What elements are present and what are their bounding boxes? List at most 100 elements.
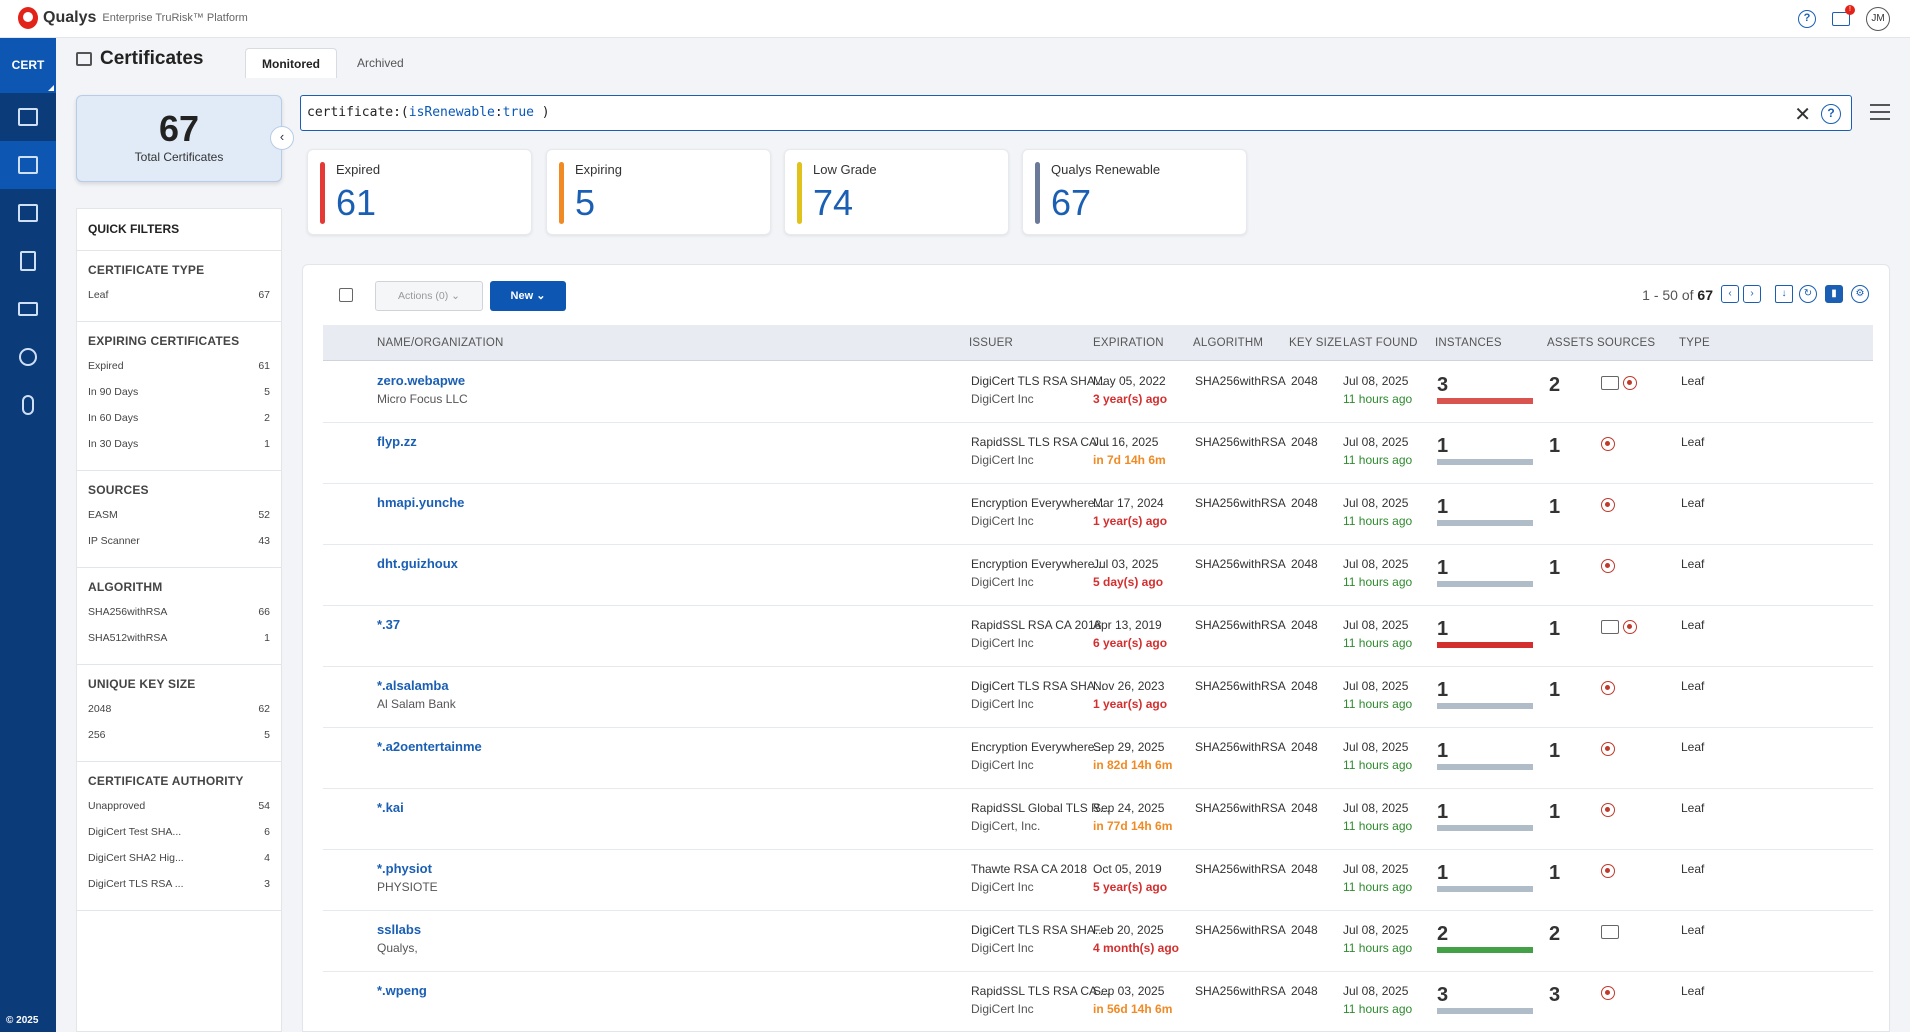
instances-count[interactable]: 1 bbox=[1437, 862, 1448, 885]
nav-dashboard[interactable] bbox=[0, 93, 56, 141]
table-row[interactable]: *.wpeng RapidSSL TLS RSA CA ... DigiCert I… bbox=[323, 972, 1873, 1032]
table-row[interactable]: hmapi.yunche Encryption Everywhere... Digi… bbox=[323, 484, 1873, 545]
help-icon[interactable]: ? bbox=[1798, 10, 1816, 28]
cert-name-link[interactable]: *.a2oentertainme bbox=[377, 739, 482, 754]
stat-card-expiring[interactable]: Expiring 5 bbox=[546, 149, 771, 235]
filter-item[interactable]: EASM 52 bbox=[88, 509, 270, 535]
filter-item[interactable]: Expired 61 bbox=[88, 360, 270, 386]
filter-item[interactable]: In 60 Days 2 bbox=[88, 412, 270, 438]
filter-item[interactable]: 256 5 bbox=[88, 729, 270, 755]
col-key-size[interactable]: KEY SIZE bbox=[1289, 337, 1342, 349]
hamburger-menu-icon[interactable] bbox=[1870, 104, 1890, 125]
cert-name-link[interactable]: hmapi.yunche bbox=[377, 495, 464, 510]
instances-count[interactable]: 3 bbox=[1437, 984, 1448, 1007]
tab-monitored[interactable]: Monitored bbox=[245, 48, 337, 78]
instances-count[interactable]: 1 bbox=[1437, 496, 1448, 519]
search-help-icon[interactable]: ? bbox=[1821, 104, 1841, 124]
total-certificates-card[interactable]: 67 Total Certificates bbox=[76, 95, 282, 182]
clear-search-icon[interactable]: ✕ bbox=[1794, 102, 1811, 127]
table-row[interactable]: *.37 RapidSSL RSA CA 2018 DigiCert Inc Apr … bbox=[323, 606, 1873, 667]
cert-name-link[interactable]: *.37 bbox=[377, 617, 400, 632]
nav-certificates[interactable] bbox=[0, 141, 56, 189]
instances-count[interactable]: 1 bbox=[1437, 618, 1448, 641]
filter-item[interactable]: Leaf 67 bbox=[88, 289, 270, 315]
assets-count[interactable]: 1 bbox=[1549, 496, 1560, 519]
filter-item[interactable]: IP Scanner 43 bbox=[88, 535, 270, 561]
select-all-checkbox[interactable] bbox=[339, 288, 353, 302]
refresh-icon[interactable]: ↻ bbox=[1799, 285, 1817, 303]
col-sources[interactable]: SOURCES bbox=[1597, 337, 1655, 349]
col-algorithm[interactable]: ALGORITHM bbox=[1193, 337, 1263, 349]
filter-item[interactable]: SHA256withRSA 66 bbox=[88, 606, 270, 632]
tab-archived[interactable]: Archived bbox=[341, 48, 420, 78]
assets-count[interactable]: 1 bbox=[1549, 862, 1560, 885]
filter-item[interactable]: 2048 62 bbox=[88, 703, 270, 729]
nav-help[interactable] bbox=[0, 381, 56, 429]
cert-name-link[interactable]: *.kai bbox=[377, 800, 404, 815]
search-input[interactable]: certificate:(isRenewable:true ) ✕ ? bbox=[300, 95, 1852, 131]
next-page-icon[interactable]: › bbox=[1743, 285, 1761, 303]
prev-page-icon[interactable]: ‹ bbox=[1721, 285, 1739, 303]
instances-count[interactable]: 1 bbox=[1437, 557, 1448, 580]
filter-item[interactable]: DigiCert TLS RSA ... 3 bbox=[88, 878, 270, 904]
filter-item[interactable]: In 30 Days 1 bbox=[88, 438, 270, 464]
collapse-panel-button[interactable]: ‹ bbox=[270, 126, 294, 150]
nav-assets[interactable] bbox=[0, 189, 56, 237]
table-row[interactable]: flyp.zz RapidSSL TLS RSA CA ... DigiCert I… bbox=[323, 423, 1873, 484]
avatar[interactable]: JM bbox=[1866, 7, 1890, 31]
module-switcher[interactable]: CERT bbox=[0, 38, 56, 93]
table-row[interactable]: *.kai RapidSSL Global TLS R... DigiCert, I… bbox=[323, 789, 1873, 850]
assets-count[interactable]: 1 bbox=[1549, 435, 1560, 458]
instances-count[interactable]: 3 bbox=[1437, 374, 1448, 397]
filter-item[interactable]: DigiCert SHA2 Hig... 4 bbox=[88, 852, 270, 878]
instances-count[interactable]: 1 bbox=[1437, 435, 1448, 458]
stat-card-low-grade[interactable]: Low Grade 74 bbox=[784, 149, 1009, 235]
table-row[interactable]: *.alsalamba Al Salam Bank DigiCert TLS RSA… bbox=[323, 667, 1873, 728]
assets-count[interactable]: 2 bbox=[1549, 923, 1560, 946]
table-row[interactable]: ssllabs Qualys, DigiCert TLS RSA SHA... Dig… bbox=[323, 911, 1873, 972]
instances-count[interactable]: 1 bbox=[1437, 801, 1448, 824]
cert-name-link[interactable]: dht.guizhoux bbox=[377, 556, 458, 571]
cert-name-link[interactable]: ssllabs bbox=[377, 922, 421, 937]
assets-count[interactable]: 1 bbox=[1549, 740, 1560, 763]
cert-name-link[interactable]: *.physiot bbox=[377, 861, 432, 876]
table-row[interactable]: dht.guizhoux Encryption Everywhere... Digi… bbox=[323, 545, 1873, 606]
actions-dropdown[interactable]: Actions (0) ⌄ bbox=[375, 281, 483, 311]
assets-count[interactable]: 1 bbox=[1549, 679, 1560, 702]
nav-configuration[interactable] bbox=[0, 285, 56, 333]
nav-reports[interactable] bbox=[0, 237, 56, 285]
instances-count[interactable]: 2 bbox=[1437, 923, 1448, 946]
assets-count[interactable]: 1 bbox=[1549, 557, 1560, 580]
table-row[interactable]: *.a2oentertainme Encryption Everywhere...… bbox=[323, 728, 1873, 789]
assets-count[interactable]: 1 bbox=[1549, 801, 1560, 824]
stat-card-qualys-renewable[interactable]: Qualys Renewable 67 bbox=[1022, 149, 1247, 235]
column-chart-icon[interactable]: ▮ bbox=[1825, 285, 1843, 303]
settings-gear-icon[interactable]: ⚙ bbox=[1851, 285, 1869, 303]
table-row[interactable]: *.physiot PHYSIOTE Thawte RSA CA 2018 DigiC… bbox=[323, 850, 1873, 911]
assets-count[interactable]: 3 bbox=[1549, 984, 1560, 1007]
cert-name-link[interactable]: flyp.zz bbox=[377, 434, 417, 449]
filter-item[interactable]: In 90 Days 5 bbox=[88, 386, 270, 412]
stat-card-expired[interactable]: Expired 61 bbox=[307, 149, 532, 235]
filter-item[interactable]: DigiCert Test SHA... 6 bbox=[88, 826, 270, 852]
col-assets[interactable]: ASSETS bbox=[1547, 337, 1594, 349]
col-expiration[interactable]: EXPIRATION bbox=[1093, 337, 1164, 349]
col-instances[interactable]: INSTANCES bbox=[1435, 337, 1502, 349]
new-button[interactable]: New ⌄ bbox=[490, 281, 566, 311]
nav-tools[interactable] bbox=[0, 333, 56, 381]
assets-count[interactable]: 1 bbox=[1549, 618, 1560, 641]
col-name[interactable]: NAME/ORGANIZATION bbox=[377, 337, 504, 349]
assets-count[interactable]: 2 bbox=[1549, 374, 1560, 397]
notifications-icon[interactable]: ! bbox=[1832, 5, 1855, 26]
col-issuer[interactable]: ISSUER bbox=[969, 337, 1013, 349]
instances-count[interactable]: 1 bbox=[1437, 679, 1448, 702]
download-icon[interactable]: ↓ bbox=[1775, 285, 1793, 303]
col-type[interactable]: TYPE bbox=[1679, 337, 1710, 349]
cert-name-link[interactable]: *.wpeng bbox=[377, 983, 427, 998]
instances-count[interactable]: 1 bbox=[1437, 740, 1448, 763]
qualys-logo[interactable]: Qualys Enterprise TruRisk™ Platform bbox=[18, 7, 248, 29]
filter-item[interactable]: Unapproved 54 bbox=[88, 800, 270, 826]
table-row[interactable]: zero.webapwe Micro Focus LLC DigiCert TLS … bbox=[323, 362, 1873, 423]
cert-name-link[interactable]: *.alsalamba bbox=[377, 678, 449, 693]
filter-item[interactable]: SHA512withRSA 1 bbox=[88, 632, 270, 658]
